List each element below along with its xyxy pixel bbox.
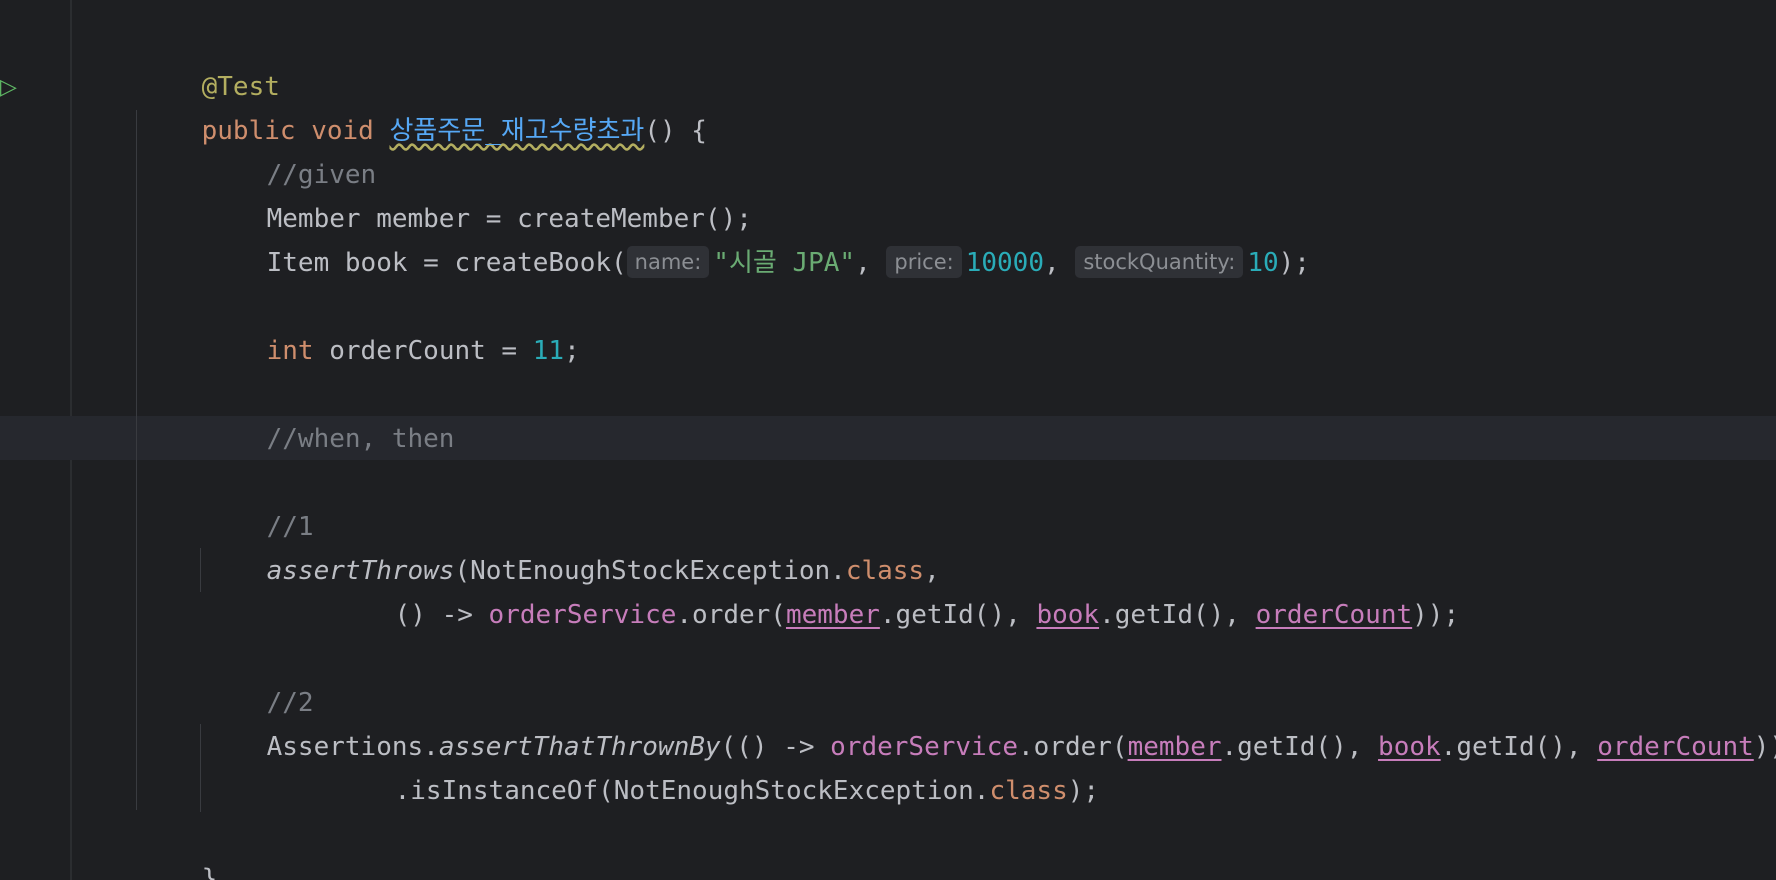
closing-brace: } bbox=[201, 864, 218, 880]
param-hint-name: name: bbox=[626, 246, 710, 278]
code-line-4[interactable]: Member member = createMember(); bbox=[204, 153, 752, 234]
number-literal-order-count: 11 bbox=[532, 336, 565, 366]
semicolon: ; bbox=[564, 336, 580, 366]
code-line-11[interactable]: //2 bbox=[204, 637, 314, 718]
code-line-2[interactable]: public void 상품주문_재고수량초과() { bbox=[139, 65, 707, 146]
number-literal-stock: 10 bbox=[1247, 248, 1279, 278]
call-get-id: .getId(), bbox=[1221, 732, 1379, 762]
run-test-icon[interactable]: ▷ bbox=[0, 74, 17, 102]
var-order-count: orderCount bbox=[1255, 600, 1413, 630]
keyword-class: class bbox=[989, 776, 1068, 806]
call-close: ); bbox=[1278, 248, 1310, 278]
param-hint-stock-quantity: stockQuantity: bbox=[1075, 246, 1244, 278]
var-member: member bbox=[1127, 732, 1222, 762]
variable-decl: orderCount = bbox=[313, 336, 533, 366]
var-book: book bbox=[1036, 600, 1100, 630]
code-line-8[interactable]: //1 bbox=[204, 461, 314, 542]
var-book: book bbox=[1378, 732, 1441, 762]
code-line-6[interactable]: int orderCount = 11; bbox=[204, 285, 580, 366]
statement-create-book: Item book = createBook( bbox=[266, 248, 627, 278]
call-get-id: .getId(), bbox=[1099, 600, 1256, 630]
call-order: .order( bbox=[676, 600, 786, 630]
separator: , bbox=[1044, 248, 1076, 278]
code-line-13[interactable]: .isInstanceOf(NotEnoughStockException.cl… bbox=[332, 725, 1099, 806]
code-line-7[interactable]: //when, then bbox=[204, 373, 455, 454]
keyword-int: int bbox=[266, 336, 314, 366]
call-close: )); bbox=[1412, 600, 1460, 630]
var-order-count: orderCount bbox=[1597, 732, 1754, 762]
lambda-arrow: () -> bbox=[394, 600, 489, 630]
var-member: member bbox=[785, 600, 880, 630]
code-line-14[interactable]: } bbox=[139, 813, 218, 880]
comment-when-then: //when, then bbox=[266, 424, 455, 454]
call-is-instance-of: .isInstanceOf(NotEnoughStockException. bbox=[394, 776, 990, 806]
code-line-12[interactable]: Assertions.assertThatThrownBy(() -> orde… bbox=[204, 681, 1776, 762]
call-close: )) bbox=[1753, 732, 1776, 762]
code-editor[interactable]: ▷ @Test public void 상품주문_재고수량초과() { //gi… bbox=[0, 0, 1776, 880]
string-literal: "시골 JPA" bbox=[713, 248, 856, 278]
number-literal-price: 10000 bbox=[965, 248, 1044, 278]
code-line-3[interactable]: //given bbox=[204, 109, 377, 190]
separator: , bbox=[855, 248, 887, 278]
param-hint-price: price: bbox=[886, 246, 962, 278]
indent-guide bbox=[200, 724, 201, 812]
code-line-5[interactable]: Item book = createBook(name: "시골 JPA", pr… bbox=[204, 197, 1310, 278]
call-get-id: .getId(), bbox=[879, 600, 1037, 630]
indent-guide bbox=[136, 110, 137, 810]
method-name[interactable]: 상품주문_재고수량초과 bbox=[389, 116, 644, 146]
code-line-10[interactable]: () -> orderService.order(member.getId(),… bbox=[332, 549, 1460, 630]
call-close: ); bbox=[1067, 776, 1100, 806]
code-line-1[interactable]: @Test bbox=[139, 21, 280, 102]
call-get-id: .getId(), bbox=[1440, 732, 1598, 762]
field-order-service: orderService bbox=[488, 600, 677, 630]
method-signature-rest: () { bbox=[644, 116, 707, 146]
code-line-9[interactable]: assertThrows(NotEnoughStockException.cla… bbox=[204, 505, 940, 586]
indent-guide bbox=[200, 548, 201, 592]
